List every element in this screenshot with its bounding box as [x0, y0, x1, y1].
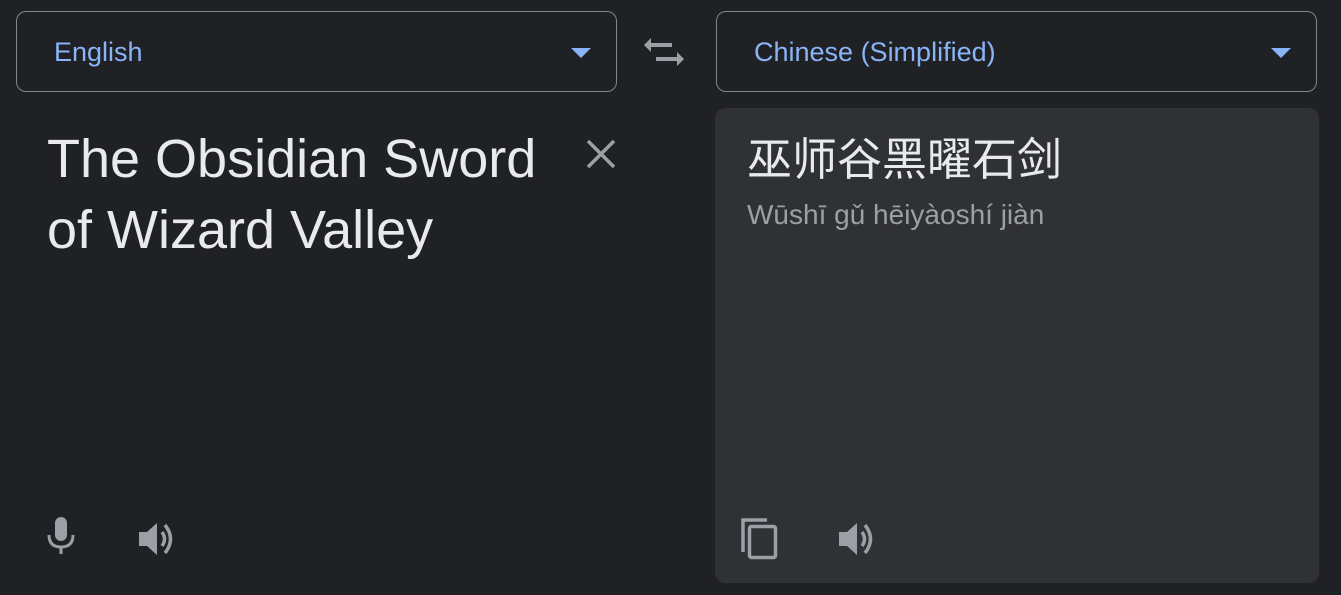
chevron-down-icon — [571, 48, 591, 58]
translated-text: 巫师谷黑曜石剑 — [747, 133, 1063, 186]
microphone-icon — [47, 517, 75, 554]
speaker-icon — [139, 523, 173, 555]
close-icon — [586, 139, 616, 169]
copy-translation-button[interactable] — [739, 516, 783, 560]
swap-languages-icon — [644, 38, 684, 66]
chevron-down-icon — [1271, 48, 1291, 58]
clear-source-button[interactable] — [582, 135, 620, 173]
listen-translation-button[interactable] — [835, 517, 879, 561]
speaker-icon — [839, 523, 873, 555]
source-language-label: English — [54, 37, 143, 67]
microphone-button[interactable] — [39, 515, 83, 559]
source-text-input[interactable]: The Obsidian Sword of Wizard Valley — [47, 124, 567, 266]
target-language-select[interactable]: Chinese (Simplified) — [716, 11, 1317, 92]
swap-languages-button[interactable] — [641, 32, 687, 72]
romanization-text: Wūshī gǔ hēiyàoshí jiàn — [747, 199, 1045, 230]
target-language-label: Chinese (Simplified) — [754, 37, 996, 67]
source-language-select[interactable]: English — [16, 11, 617, 92]
listen-source-button[interactable] — [135, 517, 179, 561]
translation-panel: 巫师谷黑曜石剑 Wūshī gǔ hēiyàoshí jiàn — [715, 108, 1319, 583]
copy-icon — [741, 518, 778, 560]
